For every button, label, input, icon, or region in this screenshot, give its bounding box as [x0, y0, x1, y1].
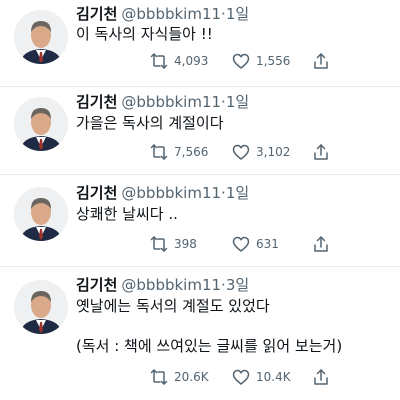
user-handle[interactable]: @bbbbkim11	[121, 276, 221, 294]
timestamp[interactable]: 3일	[226, 276, 249, 294]
tweet[interactable]: 김기천 @bbbbkim11·1일 가을은 독사의 계절이다 7,566 3,10…	[0, 87, 400, 175]
avatar[interactable]	[14, 10, 68, 64]
like-button[interactable]: 10.4K	[232, 367, 312, 387]
display-name[interactable]: 김기천	[76, 276, 117, 294]
retweet-count: 398	[174, 237, 197, 251]
user-handle[interactable]: @bbbbkim11	[121, 184, 221, 202]
retweet-count: 4,093	[174, 54, 209, 68]
user-handle[interactable]: @bbbbkim11	[121, 5, 221, 23]
tweet-text-line: 상쾌한 날씨다 ..	[76, 205, 178, 223]
display-name[interactable]: 김기천	[76, 93, 117, 111]
tweet-text: 상쾌한 날씨다 ..	[76, 204, 388, 224]
tweet-text-line: 이 독사의 자식들아 !!	[76, 25, 213, 43]
retweet-button[interactable]: 4,093	[150, 51, 232, 71]
like-count: 1,556	[256, 54, 291, 68]
share-button[interactable]	[312, 367, 332, 387]
retweet-icon	[150, 143, 168, 161]
avatar[interactable]	[14, 187, 68, 241]
retweet-icon	[150, 235, 168, 253]
retweet-button[interactable]: 398	[150, 234, 232, 254]
display-name[interactable]: 김기천	[76, 184, 117, 202]
like-button[interactable]: 1,556	[232, 51, 312, 71]
share-icon	[312, 52, 330, 70]
avatar[interactable]	[14, 97, 68, 151]
like-count: 631	[256, 237, 279, 251]
tweet-text: 이 독사의 자식들아 !!	[76, 24, 388, 44]
heart-icon	[232, 368, 250, 386]
share-icon	[312, 235, 330, 253]
avatar[interactable]	[14, 280, 68, 334]
share-icon	[312, 143, 330, 161]
timestamp[interactable]: 1일	[226, 184, 249, 202]
action-bar: 398 631	[150, 234, 390, 254]
tweet-text-line: 가을은 독사의 계절이다	[76, 114, 224, 132]
like-count: 10.4K	[256, 370, 291, 384]
share-button[interactable]	[312, 142, 332, 162]
tweet-feed: 김기천 @bbbbkim11·1일 이 독사의 자식들아 !! 4,093 1,5…	[0, 0, 400, 400]
tweet-header: 김기천 @bbbbkim11·1일	[76, 5, 249, 23]
tweet[interactable]: 김기천 @bbbbkim11·1일 이 독사의 자식들아 !! 4,093 1,5…	[0, 0, 400, 87]
tweet-header: 김기천 @bbbbkim11·3일	[76, 276, 249, 294]
user-handle[interactable]: @bbbbkim11	[121, 93, 221, 111]
like-button[interactable]: 631	[232, 234, 312, 254]
timestamp[interactable]: 1일	[226, 93, 249, 111]
action-bar: 20.6K 10.4K	[150, 367, 390, 387]
heart-icon	[232, 235, 250, 253]
tweet[interactable]: 김기천 @bbbbkim11·1일 상쾌한 날씨다 .. 398 631	[0, 175, 400, 267]
action-bar: 7,566 3,102	[150, 142, 390, 162]
share-icon	[312, 368, 330, 386]
retweet-count: 20.6K	[174, 370, 209, 384]
tweet-header: 김기천 @bbbbkim11·1일	[76, 184, 249, 202]
like-count: 3,102	[256, 145, 291, 159]
retweet-icon	[150, 368, 168, 386]
retweet-button[interactable]: 20.6K	[150, 367, 232, 387]
heart-icon	[232, 52, 250, 70]
share-button[interactable]	[312, 234, 332, 254]
share-button[interactable]	[312, 51, 332, 71]
tweet-header: 김기천 @bbbbkim11·1일	[76, 93, 249, 111]
like-button[interactable]: 3,102	[232, 142, 312, 162]
retweet-button[interactable]: 7,566	[150, 142, 232, 162]
tweet[interactable]: 김기천 @bbbbkim11·3일 옛날에는 독서의 계절도 있었다 (독서 : …	[0, 267, 400, 400]
tweet-text: 가을은 독사의 계절이다	[76, 113, 388, 133]
tweet-text-line: 옛날에는 독서의 계절도 있었다	[76, 297, 270, 315]
tweet-text-line: (독서 : 책에 쓰여있는 글씨를 읽어 보는거)	[76, 337, 343, 355]
action-bar: 4,093 1,556	[150, 51, 390, 71]
retweet-count: 7,566	[174, 145, 209, 159]
tweet-text: 옛날에는 독서의 계절도 있었다 (독서 : 책에 쓰여있는 글씨를 읽어 보는…	[76, 296, 388, 356]
heart-icon	[232, 143, 250, 161]
timestamp[interactable]: 1일	[226, 5, 249, 23]
display-name[interactable]: 김기천	[76, 5, 117, 23]
retweet-icon	[150, 52, 168, 70]
